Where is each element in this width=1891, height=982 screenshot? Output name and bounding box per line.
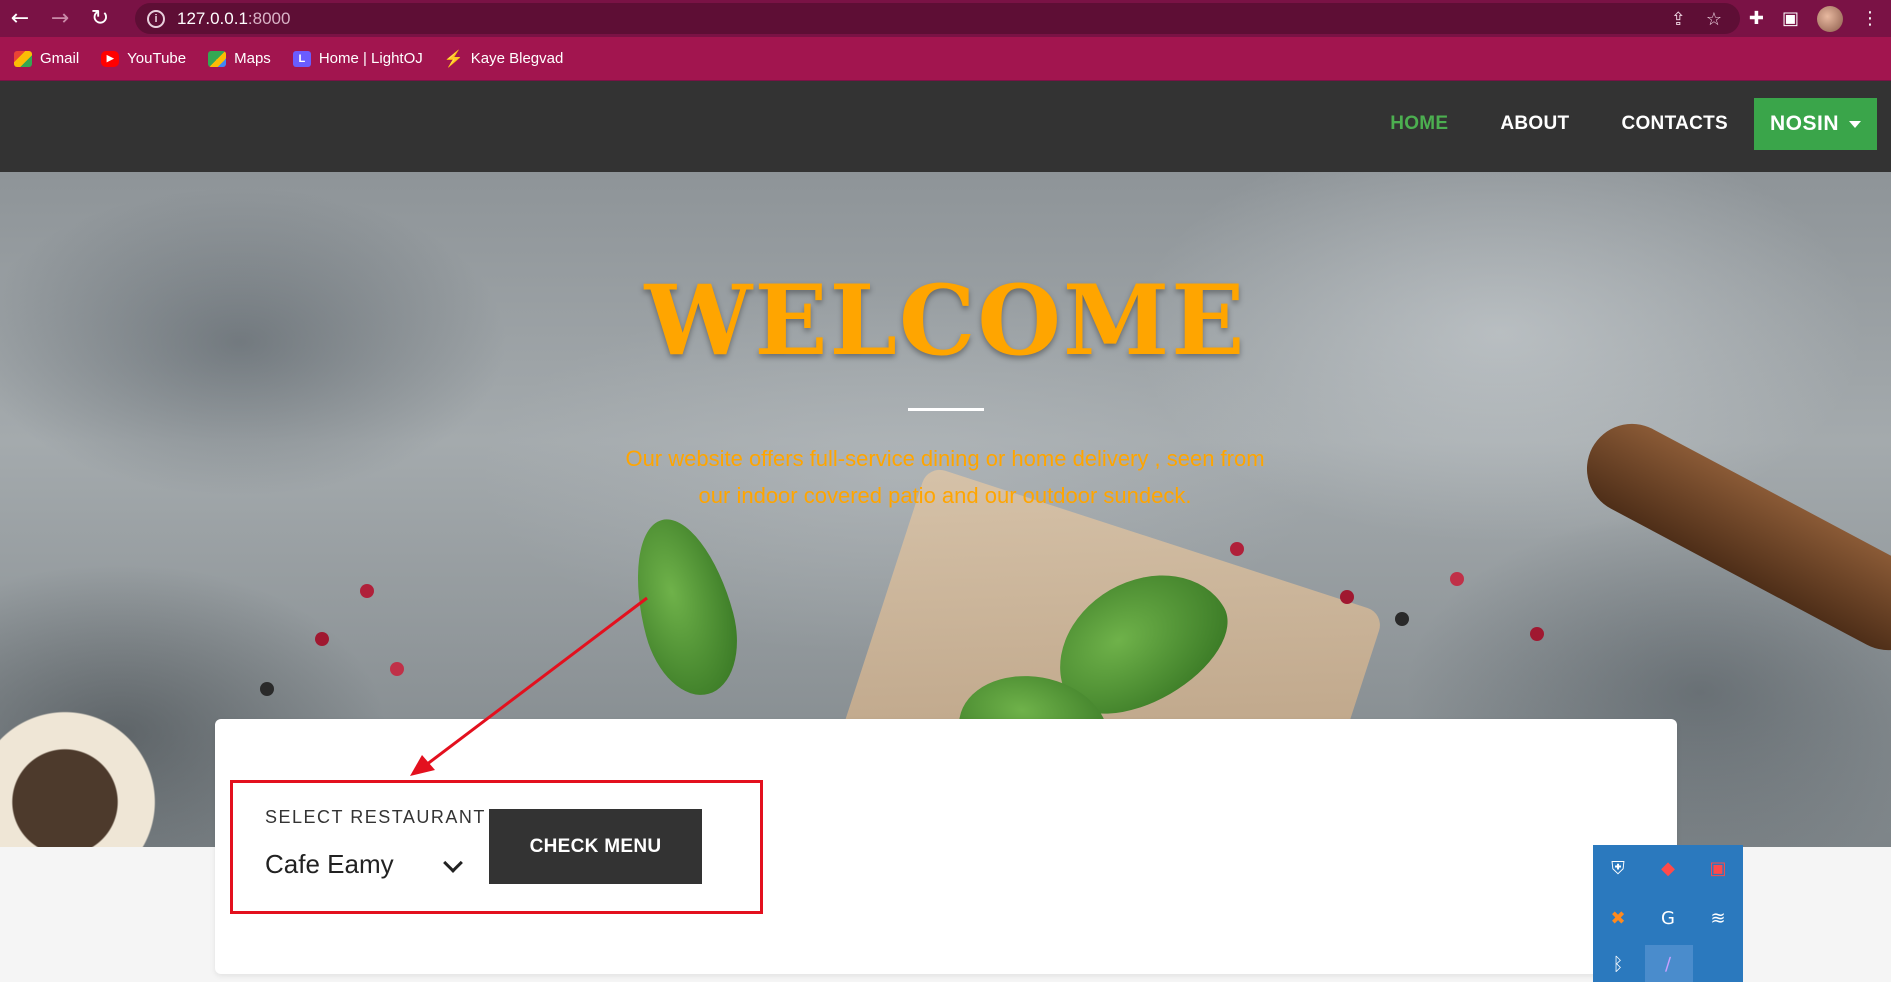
lightoj-icon: L [292, 50, 311, 67]
menu-kebab-icon[interactable]: ⋮ [1861, 8, 1879, 29]
user-dropdown-button[interactable]: NOSIN [1754, 98, 1877, 150]
bookmark-lightoj[interactable]: L Home | LightOJ [292, 50, 423, 67]
site-navbar: HOME ABOUT CONTACTS NOSIN [0, 81, 1891, 172]
url-host: 127.0.0.1 [177, 8, 248, 28]
hero-subtitle-line: our indoor covered patio and our outdoor… [698, 483, 1192, 508]
nav-contacts-link[interactable]: CONTACTS [1595, 98, 1754, 150]
bookmark-label: Home | LightOJ [318, 50, 423, 67]
hero-subtitle: Our website offers full-service dining o… [590, 440, 1300, 514]
bookmark-label: YouTube [127, 50, 187, 67]
extensions-icon[interactable]: ✚ [1749, 8, 1764, 29]
side-panel-icon[interactable]: ▣ [1782, 8, 1799, 29]
bookmark-youtube[interactable]: ▶ YouTube [101, 50, 186, 67]
bookmark-label: Gmail [40, 50, 80, 67]
forward-icon[interactable]: → [40, 0, 80, 37]
share-icon[interactable]: ⇪ [1671, 9, 1686, 30]
pen-icon[interactable]: ∕ [1653, 949, 1683, 979]
security-shield-icon[interactable]: ⛨ [1603, 853, 1633, 883]
bookmark-star-icon[interactable]: ☆ [1706, 9, 1722, 30]
hero-divider [908, 408, 984, 411]
anydesk-icon[interactable]: ◆ [1653, 853, 1683, 883]
rolling-pin-image [1571, 408, 1891, 666]
user-name: NOSIN [1769, 112, 1839, 135]
reload-icon[interactable]: ↻ [80, 0, 120, 37]
peppercorn-image [260, 682, 274, 696]
peppercorn-image [1530, 627, 1544, 641]
browser-toolbar: ← → ↻ i 127.0.0.1:8000 ⇪ ☆ ✚ ▣ ⋮ [0, 0, 1891, 37]
peppercorn-image [315, 632, 329, 646]
grammarly-icon[interactable]: G [1653, 903, 1683, 933]
select-restaurant-label: SELECT RESTAURANT [265, 807, 486, 827]
back-icon[interactable]: ← [0, 0, 40, 37]
profile-avatar[interactable] [1817, 5, 1843, 32]
hero-title: WELCOME [644, 264, 1247, 377]
bookmark-label: Maps [234, 50, 271, 67]
bluetooth-icon[interactable]: ᛒ [1603, 949, 1633, 979]
bookmark-kaye-blegvad[interactable]: ⚡ Kaye Blegvad [443, 50, 564, 68]
bolt-icon: ⚡ [443, 50, 464, 68]
url-port: :8000 [247, 8, 291, 28]
caret-down-icon [1849, 120, 1861, 128]
hero-subtitle-line: Our website offers full-service dining o… [625, 446, 1265, 471]
nav-about-link[interactable]: ABOUT [1474, 98, 1595, 150]
peppercorn-image [360, 584, 374, 598]
main-menu: HOME ABOUT CONTACTS NOSIN [1364, 98, 1877, 150]
bookmark-gmail[interactable]: Gmail [14, 50, 79, 67]
address-bar[interactable]: i 127.0.0.1:8000 ⇪ ☆ [135, 3, 1740, 34]
system-tray-popup: ⛨ ◆ ▣ ✖ G ≋ ᛒ ∕ [1593, 845, 1743, 982]
bookmark-label: Kaye Blegvad [470, 50, 564, 67]
annotation-arrow [410, 596, 648, 776]
xampp-icon[interactable]: ✖ [1603, 903, 1633, 933]
peppercorn-image [1450, 572, 1464, 586]
maps-icon [208, 50, 227, 67]
peppercorn-image [1340, 590, 1354, 604]
bookmark-maps[interactable]: Maps [208, 50, 271, 67]
restaurant-select[interactable]: Cafe Eamy [265, 849, 394, 880]
gmail-icon [14, 50, 32, 67]
bookmarks-bar: Gmail ▶ YouTube Maps L Home | LightOJ ⚡ … [0, 37, 1891, 81]
pie-dish-image [0, 697, 170, 847]
site-info-icon[interactable]: i [147, 9, 165, 28]
youtube-icon: ▶ [101, 50, 120, 67]
peppercorn-image [1395, 612, 1409, 626]
wifi-icon[interactable]: ≋ [1703, 903, 1733, 933]
check-menu-button[interactable]: CHECK MENU [489, 809, 702, 884]
screen-recorder-icon[interactable]: ▣ [1703, 853, 1733, 883]
nav-home-link[interactable]: HOME [1364, 98, 1474, 150]
peppercorn-image [1230, 542, 1244, 556]
